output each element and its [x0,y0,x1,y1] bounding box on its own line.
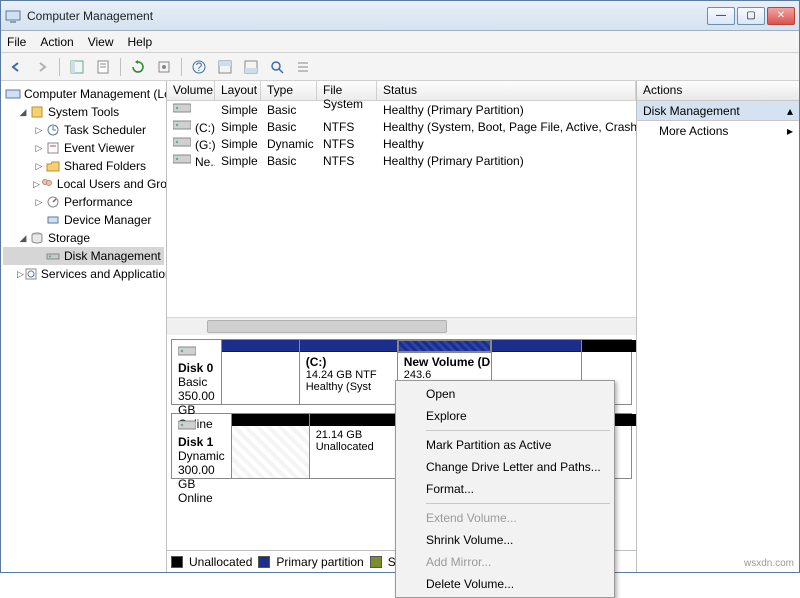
col-filesystem[interactable]: File System [317,81,377,100]
tree-services-apps[interactable]: ▷Services and Applications [3,265,164,283]
tree-shared-folders[interactable]: ▷Shared Folders [3,157,164,175]
settings-button[interactable] [153,56,175,78]
ctx-change-letter[interactable]: Change Drive Letter and Paths... [398,456,612,478]
ctx-open[interactable]: Open [398,383,612,405]
ctx-add-mirror: Add Mirror... [398,551,612,573]
forward-button[interactable] [31,56,53,78]
ctx-format[interactable]: Format... [398,478,612,500]
svg-text:?: ? [196,60,203,74]
disk-icon [178,418,196,432]
back-button[interactable] [5,56,27,78]
menu-view[interactable]: View [88,35,114,49]
close-button[interactable]: ✕ [767,7,795,25]
titlebar: Computer Management — ▢ ✕ [1,1,799,31]
properties-button[interactable] [92,56,114,78]
actions-section[interactable]: Disk Management ▴ [637,101,799,121]
tree-disk-management[interactable]: Disk Management [3,247,164,265]
partition[interactable] [222,340,300,404]
find-button[interactable] [266,56,288,78]
ctx-mark-active[interactable]: Mark Partition as Active [398,434,612,456]
partition[interactable]: (C:)14.24 GB NTFHealthy (Syst [300,340,398,404]
window-title: Computer Management [27,9,707,23]
tree-task-scheduler[interactable]: ▷Task Scheduler [3,121,164,139]
view-bottom-button[interactable] [240,56,262,78]
swatch-primary [258,556,270,568]
collapse-icon[interactable]: ◢ [17,233,29,244]
col-status[interactable]: Status [377,81,636,100]
expand-icon[interactable]: ▷ [33,161,45,172]
volume-list: Volume Layout Type File System Status Si… [167,81,636,317]
disk-info[interactable]: Disk 0Basic350.00 GBOnline [172,340,222,404]
actions-more[interactable]: More Actions ▸ [637,121,799,141]
tree-local-users[interactable]: ▷Local Users and Groups [3,175,164,193]
tree-system-tools[interactable]: ◢System Tools [3,103,164,121]
tree-device-manager[interactable]: Device Manager [3,211,164,229]
drive-icon [173,135,191,149]
app-icon [5,8,21,24]
context-menu: Open Explore Mark Partition as Active Ch… [395,380,615,598]
actions-header: Actions [637,81,799,101]
volume-hscrollbar[interactable] [167,317,636,335]
nav-tree: Computer Management (Local ◢System Tools… [1,81,167,572]
volume-row[interactable]: (C:)SimpleBasicNTFSHealthy (System, Boot… [167,118,636,135]
maximize-button[interactable]: ▢ [737,7,765,25]
toolbar: ? [1,53,799,81]
volume-row[interactable]: SimpleBasicHealthy (Primary Partition) [167,101,636,118]
expand-icon[interactable]: ▷ [17,269,24,280]
ctx-shrink[interactable]: Shrink Volume... [398,529,612,551]
tree-event-viewer[interactable]: ▷Event Viewer [3,139,164,157]
refresh-button[interactable] [127,56,149,78]
expand-icon[interactable]: ▷ [33,143,45,154]
watermark: wsxdn.com [744,558,794,569]
view-top-button[interactable] [214,56,236,78]
collapse-icon[interactable]: ◢ [17,107,29,118]
drive-icon [173,152,191,166]
volume-row[interactable]: Ne...SimpleBasicNTFSHealthy (Primary Par… [167,152,636,169]
minimize-button[interactable]: — [707,7,735,25]
swatch-simple [370,556,382,568]
expand-icon[interactable]: ▷ [33,179,40,190]
help-button[interactable]: ? [188,56,210,78]
menu-action[interactable]: Action [40,35,73,49]
expand-icon[interactable]: ▷ [33,197,45,208]
disk-icon [178,344,196,358]
collapse-icon: ▴ [787,104,793,118]
menubar: File Action View Help [1,31,799,53]
chevron-right-icon: ▸ [787,124,793,138]
disk-info[interactable]: Disk 1Dynamic300.00 GBOnline [172,414,232,478]
tree-root[interactable]: Computer Management (Local [3,85,164,103]
expand-icon[interactable]: ▷ [33,125,45,136]
ctx-delete[interactable]: Delete Volume... [398,573,612,595]
partition[interactable] [232,414,310,478]
list-button[interactable] [292,56,314,78]
show-hide-tree-button[interactable] [66,56,88,78]
tree-storage[interactable]: ◢Storage [3,229,164,247]
col-layout[interactable]: Layout [215,81,261,100]
tree-performance[interactable]: ▷Performance [3,193,164,211]
ctx-explore[interactable]: Explore [398,405,612,427]
actions-pane: Actions Disk Management ▴ More Actions ▸ [637,81,799,572]
menu-file[interactable]: File [7,35,26,49]
col-type[interactable]: Type [261,81,317,100]
col-volume[interactable]: Volume [167,81,215,100]
menu-help[interactable]: Help [128,35,153,49]
swatch-unallocated [171,556,183,568]
ctx-extend: Extend Volume... [398,507,612,529]
drive-icon [173,118,191,132]
drive-icon [173,101,191,115]
volume-row[interactable]: (G:)SimpleDynamicNTFSHealthy [167,135,636,152]
